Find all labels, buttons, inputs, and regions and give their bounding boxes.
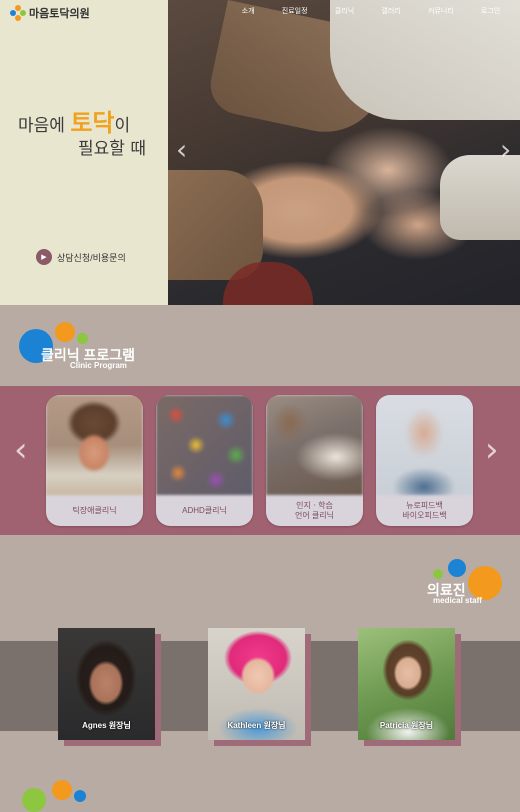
- tagline-accent: 토닥: [70, 110, 115, 137]
- nav-item-gallery[interactable]: 갤러리: [381, 6, 400, 16]
- program-image-headache: [376, 395, 473, 495]
- hero-tagline: 마음에 토닥이 필요할 때: [18, 110, 158, 161]
- staff-subtitle: medical staff: [433, 596, 482, 605]
- nav-item-clinic[interactable]: 클리닉: [335, 6, 354, 16]
- staff-name: Patricia 원장님: [379, 721, 434, 730]
- staff-card-agnes[interactable]: Agnes 원장님: [58, 628, 161, 746]
- top-nav: 소개 진료일정 클리닉 갤러리 커뮤니티 로그인: [168, 0, 520, 22]
- staff-card-kathleen[interactable]: Kathleen 원장님: [208, 628, 311, 746]
- program-image-child: [46, 395, 143, 495]
- program-image-blocks: [156, 395, 253, 495]
- hero-section: 마음토닥의원 마음에 토닥이 필요할 때 ▶ 상담신청/비용문의 소개 진료일정…: [0, 0, 520, 305]
- staff-card-patricia[interactable]: Patricia 원장님: [358, 628, 461, 746]
- program-card-cognitive[interactable]: 인지ㆍ학습 언어 클리닉: [266, 395, 363, 526]
- nav-item-about[interactable]: 소개: [242, 6, 255, 16]
- hero-next-arrow-icon[interactable]: ›: [500, 133, 511, 166]
- program-card-tic[interactable]: 틱장애클리닉: [46, 395, 143, 526]
- play-icon: ▶: [36, 249, 52, 265]
- hero-photo-hands: [168, 0, 520, 305]
- tagline-prefix: 마음에: [18, 116, 71, 136]
- program-prev-arrow-icon[interactable]: ‹: [14, 430, 28, 470]
- hero-text-panel: 마음토닥의원 마음에 토닥이 필요할 때 ▶ 상담신청/비용문의: [0, 0, 168, 305]
- program-label: 인지ㆍ학습 언어 클리닉: [294, 500, 335, 520]
- hero-prev-arrow-icon[interactable]: ‹: [176, 133, 187, 166]
- nav-item-login[interactable]: 로그인: [481, 6, 500, 16]
- program-image-drawing: [266, 395, 363, 495]
- program-label: 뉴로피드백 바이오피드백: [402, 500, 447, 520]
- cross-dots-logo-icon: [10, 5, 26, 21]
- tagline-line2: 필요할 때: [78, 139, 146, 159]
- staff-name: Kathleen 원장님: [227, 721, 286, 730]
- program-label: ADHD클리닉: [182, 505, 227, 515]
- program-next-arrow-icon[interactable]: ›: [485, 430, 499, 470]
- program-card-neurofeedback[interactable]: 뉴로피드백 바이오피드백: [376, 395, 473, 526]
- program-subtitle: Clinic Program: [70, 361, 127, 370]
- consult-button[interactable]: ▶ 상담신청/비용문의: [36, 249, 126, 265]
- program-label: 틱장애클리닉: [72, 505, 117, 515]
- brand-logo[interactable]: 마음토닥의원: [10, 4, 90, 22]
- staff-name: Agnes 원장님: [82, 721, 131, 730]
- tagline-suffix: 이: [114, 116, 131, 136]
- consult-label: 상담신청/비용문의: [57, 252, 126, 263]
- nav-item-schedule[interactable]: 진료일정: [282, 6, 308, 16]
- nav-item-community[interactable]: 커뮤니티: [428, 6, 454, 16]
- brand-name: 마음토닥의원: [29, 8, 90, 20]
- program-card-adhd[interactable]: ADHD클리닉: [156, 395, 253, 526]
